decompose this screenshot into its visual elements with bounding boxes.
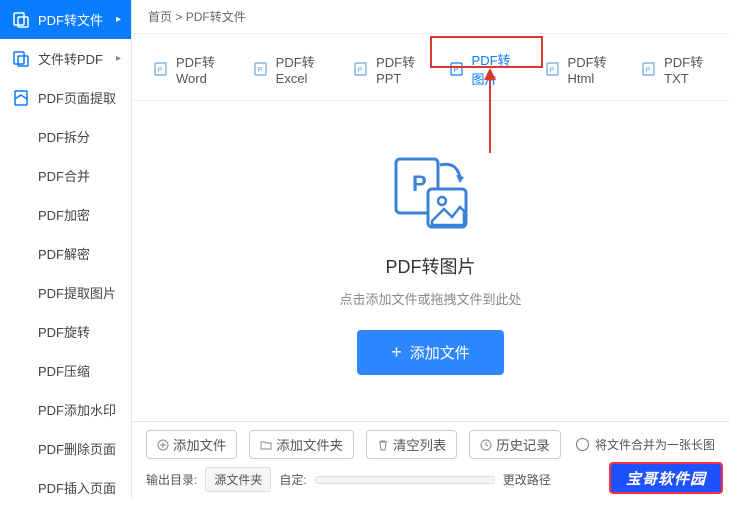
plus-circle-icon bbox=[157, 439, 169, 451]
breadcrumb: 首页 > PDF转文件 bbox=[132, 0, 729, 34]
pdf-html-icon: P bbox=[546, 61, 562, 77]
folder-icon bbox=[260, 439, 272, 451]
pdf-ppt-icon: P bbox=[354, 61, 370, 77]
pdf-txt-icon: P bbox=[642, 61, 658, 77]
sidebar-label: PDF旋转 bbox=[38, 322, 90, 341]
plus-icon: + bbox=[391, 342, 402, 363]
sidebar-pdf-insert-pages[interactable]: PDF插入页面 bbox=[0, 468, 131, 507]
btn-label: 历史记录 bbox=[496, 435, 549, 454]
sidebar-pdf-decrypt[interactable]: PDF解密 bbox=[0, 234, 131, 273]
svg-text:P: P bbox=[412, 171, 427, 196]
chevron-right-icon: ▸ bbox=[116, 14, 121, 25]
chevron-right-icon: ▸ bbox=[116, 53, 121, 64]
sidebar-pdf-extract-pages[interactable]: PDF页面提取 bbox=[0, 78, 131, 117]
sidebar-label: PDF转文件 bbox=[38, 10, 103, 29]
tab-label: PDF转Word bbox=[176, 52, 224, 86]
breadcrumb-separator: > bbox=[175, 10, 185, 24]
bottom-toolbar: 添加文件 添加文件夹 清空列表 历史记录 将文件合并为一张长图 bbox=[132, 421, 729, 500]
tab-pdf-to-txt[interactable]: P PDF转TXT bbox=[638, 44, 711, 100]
sidebar-label: 文件转PDF bbox=[38, 49, 103, 68]
sidebar-pdf-watermark[interactable]: PDF添加水印 bbox=[0, 390, 131, 429]
hero-title: PDF转图片 bbox=[386, 253, 476, 279]
tab-pdf-to-word[interactable]: P PDF转Word bbox=[150, 44, 228, 100]
merge-label: 将文件合并为一张长图 bbox=[595, 436, 715, 453]
merge-to-long-image-option[interactable]: 将文件合并为一张长图 bbox=[576, 436, 715, 453]
add-file-mini-button[interactable]: 添加文件 bbox=[146, 430, 237, 459]
custom-label: 自定: bbox=[279, 471, 306, 488]
sidebar: PDF转文件 ▸ 文件转PDF ▸ PDF页面提取 PDF拆分 PDF合并 PD… bbox=[0, 0, 132, 500]
history-button[interactable]: 历史记录 bbox=[469, 430, 560, 459]
main-panel: 首页 > PDF转文件 P PDF转Word P PDF转Excel P PDF… bbox=[132, 0, 729, 500]
sidebar-pdf-merge[interactable]: PDF合并 bbox=[0, 156, 131, 195]
add-folder-button[interactable]: 添加文件夹 bbox=[249, 430, 354, 459]
sidebar-label: PDF解密 bbox=[38, 244, 90, 263]
output-dir-label: 输出目录: bbox=[146, 471, 197, 488]
tab-label: PDF转Excel bbox=[276, 52, 324, 86]
sidebar-label: PDF添加水印 bbox=[38, 400, 116, 419]
tab-pdf-to-html[interactable]: P PDF转Html bbox=[542, 44, 617, 100]
btn-label: 清空列表 bbox=[393, 435, 446, 454]
change-path-link[interactable]: 更改路径 bbox=[503, 471, 551, 488]
add-file-button[interactable]: + 添加文件 bbox=[357, 330, 504, 375]
btn-label: 添加文件夹 bbox=[276, 435, 343, 454]
svg-text:P: P bbox=[158, 67, 163, 74]
pdf-to-file-icon bbox=[12, 11, 30, 29]
file-to-pdf-icon bbox=[12, 50, 30, 68]
sidebar-pdf-split[interactable]: PDF拆分 bbox=[0, 117, 131, 156]
sidebar-label: PDF加密 bbox=[38, 205, 90, 224]
conversion-tabs: P PDF转Word P PDF转Excel P PDF转PPT P PDF转图… bbox=[132, 34, 729, 101]
sidebar-pdf-delete-pages[interactable]: PDF删除页面 bbox=[0, 429, 131, 468]
breadcrumb-current: PDF转文件 bbox=[186, 10, 246, 24]
sidebar-label: PDF压缩 bbox=[38, 361, 90, 380]
svg-text:P: P bbox=[549, 67, 554, 74]
sidebar-label: PDF合并 bbox=[38, 166, 90, 185]
sidebar-pdf-rotate[interactable]: PDF旋转 bbox=[0, 312, 131, 351]
drop-zone[interactable]: P PDF转图片 点击添加文件或拖拽文件到此处 + 添加文件 bbox=[132, 101, 729, 421]
sidebar-pdf-extract-images[interactable]: PDF提取图片 bbox=[0, 273, 131, 312]
pdf-word-icon: P bbox=[154, 61, 170, 77]
btn-label: 添加文件 bbox=[173, 435, 226, 454]
tab-label: PDF转Html bbox=[568, 52, 613, 86]
pdf-to-image-hero-icon: P bbox=[386, 147, 476, 237]
source-folder-field[interactable]: 源文件夹 bbox=[205, 467, 271, 492]
tab-label: PDF转图片 bbox=[472, 50, 516, 88]
svg-text:P: P bbox=[646, 67, 651, 74]
tab-pdf-to-image[interactable]: P PDF转图片 bbox=[446, 44, 520, 100]
extract-pages-icon bbox=[12, 89, 30, 107]
hero-subtitle: 点击添加文件或拖拽文件到此处 bbox=[339, 289, 521, 308]
custom-path-field[interactable] bbox=[315, 476, 495, 484]
sidebar-label: PDF插入页面 bbox=[38, 478, 116, 497]
sidebar-pdf-to-file[interactable]: PDF转文件 ▸ bbox=[0, 0, 131, 39]
sidebar-pdf-compress[interactable]: PDF压缩 bbox=[0, 351, 131, 390]
svg-text:P: P bbox=[257, 67, 262, 74]
tab-label: PDF转TXT bbox=[664, 52, 707, 86]
tab-pdf-to-excel[interactable]: P PDF转Excel bbox=[250, 44, 328, 100]
pdf-image-icon: P bbox=[450, 61, 466, 77]
sidebar-pdf-encrypt[interactable]: PDF加密 bbox=[0, 195, 131, 234]
sidebar-label: PDF删除页面 bbox=[38, 439, 116, 458]
sidebar-file-to-pdf[interactable]: 文件转PDF ▸ bbox=[0, 39, 131, 78]
tab-label: PDF转PPT bbox=[376, 52, 419, 86]
add-file-label: 添加文件 bbox=[410, 342, 470, 363]
svg-text:P: P bbox=[358, 67, 363, 74]
sidebar-label: PDF拆分 bbox=[38, 127, 90, 146]
clock-icon bbox=[480, 439, 492, 451]
tab-pdf-to-ppt[interactable]: P PDF转PPT bbox=[350, 44, 423, 100]
merge-radio[interactable] bbox=[576, 438, 589, 451]
trash-icon bbox=[377, 439, 389, 451]
sidebar-label: PDF页面提取 bbox=[38, 88, 116, 107]
pdf-excel-icon: P bbox=[254, 61, 270, 77]
breadcrumb-home[interactable]: 首页 bbox=[148, 10, 172, 24]
svg-text:P: P bbox=[453, 67, 458, 74]
clear-list-button[interactable]: 清空列表 bbox=[366, 430, 457, 459]
sidebar-label: PDF提取图片 bbox=[38, 283, 116, 302]
